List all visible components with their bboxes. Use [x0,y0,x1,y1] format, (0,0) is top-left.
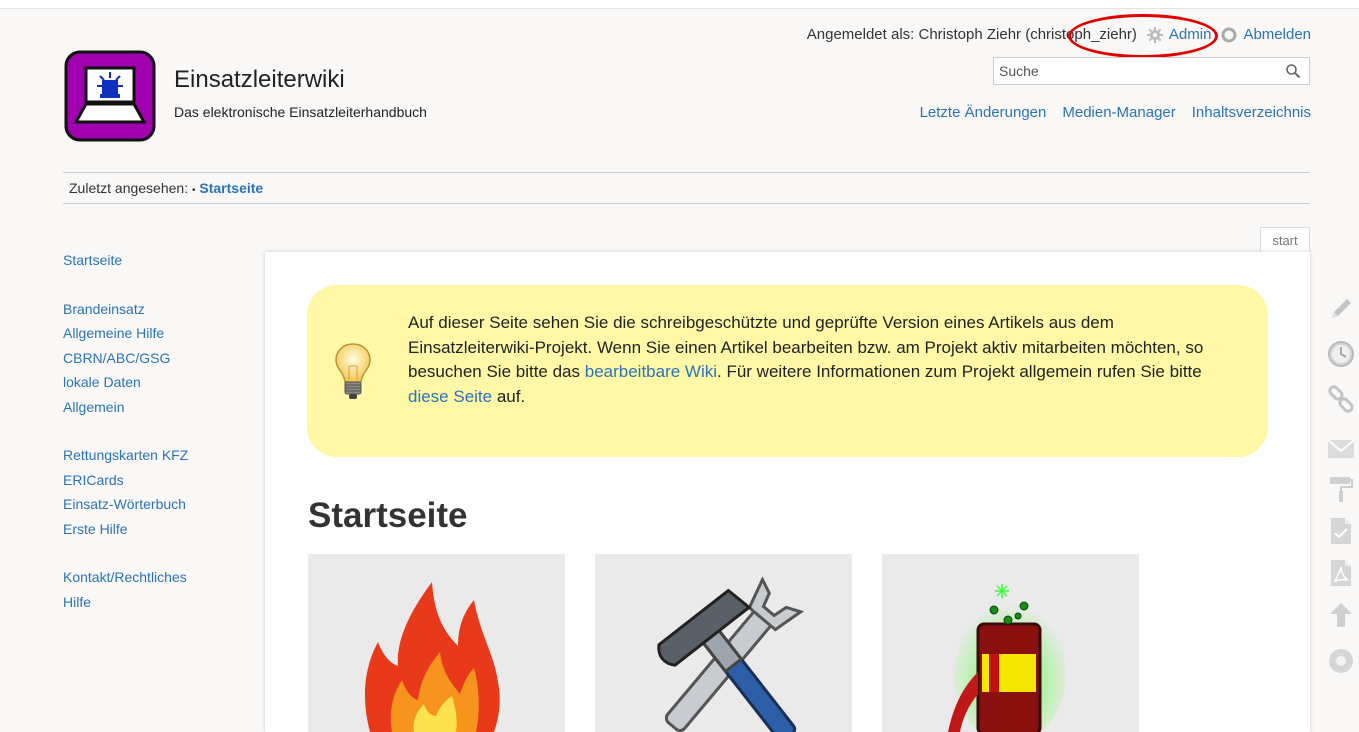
sidebar-item-ericards[interactable]: ERICards [63,468,188,493]
tile-brandeinsatz[interactable] [308,554,565,732]
browser-top-edge [0,0,1359,9]
editable-wiki-link[interactable]: bearbeitbare Wiki [585,362,717,381]
info-note-text: Auf dieser Seite sehen Sie die schreibge… [408,313,1204,406]
highlight-ellipse [1068,14,1218,58]
media-manager-link[interactable]: Medien-Manager [1062,104,1175,121]
recent-changes-link[interactable]: Letzte Änderungen [920,104,1047,121]
backlinks-tool[interactable] [1322,382,1359,416]
sidebar-item-brandeinsatz[interactable]: Brandeinsatz [63,297,188,322]
wiki-logo[interactable] [64,50,156,142]
divider [63,203,1310,204]
send-mail-tool[interactable] [1322,432,1359,466]
site-tagline: Das elektronische Einsatzleiterhandbuch [174,104,427,120]
sidebar-item-rettungskarten[interactable]: Rettungskarten KFZ [63,443,188,468]
breadcrumb-label: Zuletzt angesehen: [69,180,189,196]
search-icon[interactable] [1285,63,1301,79]
pdf-export-tool[interactable] [1322,556,1359,590]
sidebar-item-allgemeine-hilfe[interactable]: Allgemeine Hilfe [63,321,188,346]
old-revisions-tool[interactable] [1322,337,1359,371]
sidebar-item-cbrn[interactable]: CBRN/ABC/GSG [63,346,188,371]
search-box [993,57,1310,85]
page-id-tab: start [1260,227,1310,253]
tools-icon [657,576,805,732]
back-to-top-icon [1329,603,1352,627]
odt-export-icon [1330,518,1351,544]
user-tools: Angemeldet als: Christoph Ziehr (christo… [807,26,1311,43]
logout-icon [1221,27,1237,42]
search-input[interactable] [994,58,1269,84]
link-icon [1327,385,1354,413]
sidebar-item-lokale-daten[interactable]: lokale Daten [63,370,188,395]
hazard-barrel-icon [948,584,1066,732]
site-title[interactable]: Einsatzleiterwiki [174,66,345,94]
sidebar-group: Startseite [63,248,188,273]
pencil-icon [1331,299,1351,318]
sidebar-item-erste-hilfe[interactable]: Erste Hilfe [63,517,188,542]
pdf-export-icon [1330,560,1351,586]
sidebar-group: Brandeinsatz Allgemeine Hilfe CBRN/ABC/G… [63,297,188,420]
clock-icon [1327,341,1354,367]
tile-allgemeine-hilfe[interactable] [595,554,852,732]
mail-icon [1326,439,1355,458]
breadcrumb-startseite[interactable]: Startseite [199,180,263,196]
odt-export-tool[interactable] [1322,514,1359,548]
sidebar-item-allgemein[interactable]: Allgemein [63,395,188,420]
more-tool[interactable] [1322,644,1359,678]
page-content: Auf dieser Seite sehen Sie die schreibge… [265,252,1310,732]
sitemap-link[interactable]: Inhaltsverzeichnis [1192,104,1311,121]
logout-link[interactable]: Abmelden [1221,26,1311,43]
sidebar-group: Kontakt/Rechtliches Hilfe [63,565,188,614]
fire-icon [364,582,500,732]
info-note: Auf dieser Seite sehen Sie die schreibge… [307,285,1268,457]
page-title: Startseite [308,496,468,535]
lightbulb-icon [335,343,371,399]
sidebar-item-hilfe[interactable]: Hilfe [63,590,188,615]
project-info-link[interactable]: diese Seite [408,387,492,406]
back-to-top-tool[interactable] [1322,598,1359,632]
sidebar-group: Rettungskarten KFZ ERICards Einsatz-Wört… [63,443,188,541]
sidebar-item-woerterbuch[interactable]: Einsatz-Wörterbuch [63,492,188,517]
breadcrumb: Zuletzt angesehen: • Startseite [69,180,263,196]
tile-cbrn[interactable] [882,554,1139,732]
sidebar: Startseite Brandeinsatz Allgemeine Hilfe… [63,248,188,638]
edit-page-tool[interactable] [1322,292,1359,326]
divider [63,172,1310,173]
sidebar-item-kontakt[interactable]: Kontakt/Rechtliches [63,565,188,590]
format-tool[interactable] [1322,472,1359,506]
site-tools: Letzte Änderungen Medien-Manager Inhalts… [920,104,1311,121]
paint-roller-icon [1329,477,1353,502]
breadcrumb-separator: • [191,185,196,196]
circle-icon [1328,649,1353,673]
sidebar-item-startseite[interactable]: Startseite [63,248,188,273]
